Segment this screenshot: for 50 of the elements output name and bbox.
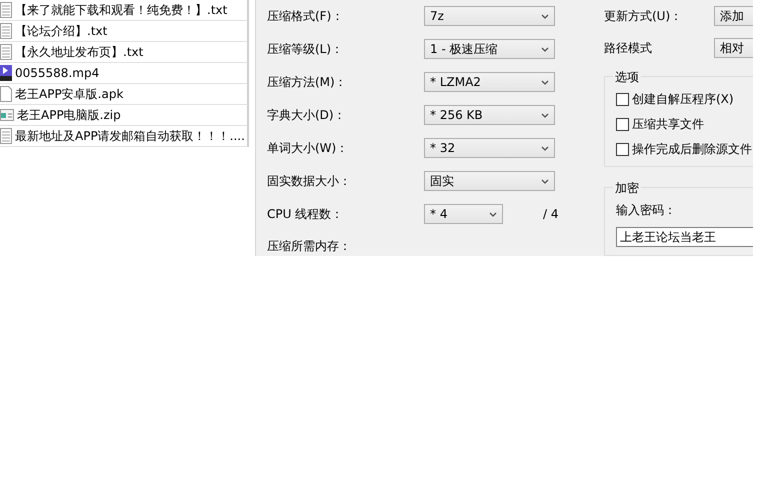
setting-dropdown[interactable]: 固实: [424, 171, 555, 191]
setting-label: 字典大小(D)：: [267, 106, 347, 124]
chevron-down-icon: [541, 112, 549, 118]
path-mode-dropdown[interactable]: 相对: [714, 38, 753, 58]
setting-label: 固实数据大小：: [267, 172, 352, 190]
setting-label: 路径模式: [604, 40, 653, 56]
file-name[interactable]: 【来了就能下载和观看！纯免费！】.txt: [15, 2, 228, 18]
password-label: 输入密码：: [616, 202, 677, 219]
update-mode-dropdown[interactable]: 添加: [714, 6, 753, 26]
text-file-icon: [0, 44, 12, 60]
file-name[interactable]: 最新地址及APP请发邮箱自动获取！！！....: [15, 128, 245, 144]
text-file-icon: [0, 2, 12, 18]
setting-label: 压缩格式(F)：: [267, 8, 344, 24]
setting-label: 压缩等级(L)：: [267, 40, 344, 58]
file-name[interactable]: 老王APP电脑版.zip: [17, 106, 121, 124]
text-file-icon: [0, 128, 12, 144]
file-name[interactable]: 老王APP安卓版.apk: [15, 86, 124, 102]
setting-label: 更新方式(U)：: [604, 8, 684, 24]
checkbox[interactable]: [616, 118, 629, 131]
setting-label: 单词大小(W)：: [267, 140, 350, 156]
checkbox[interactable]: [616, 143, 629, 156]
setting-label: 压缩所需内存：: [267, 238, 352, 255]
chevron-down-icon: [541, 46, 549, 52]
file-name[interactable]: 0055588.mp4: [15, 66, 100, 80]
archive-file-icon: [0, 109, 14, 121]
setting-dropdown[interactable]: * 256 KB: [424, 105, 555, 125]
checkbox-label: 操作完成后删除源文件: [632, 141, 752, 158]
setting-label: CPU 线程数：: [267, 206, 344, 222]
group-title: 选项: [613, 69, 641, 86]
thread-dropdown[interactable]: * 4: [424, 204, 503, 224]
blank-file-icon: [0, 86, 12, 102]
setting-dropdown[interactable]: * 32: [424, 138, 555, 158]
chevron-down-icon: [541, 146, 549, 150]
chevron-down-icon: [489, 212, 497, 216]
setting-dropdown[interactable]: 7z: [424, 6, 555, 26]
file-name[interactable]: 【论坛介绍】.txt: [15, 22, 108, 40]
file-name[interactable]: 【永久地址发布页】.txt: [15, 44, 144, 60]
checkbox-label: 创建自解压程序(X): [632, 91, 734, 108]
video-file-icon: [0, 65, 12, 81]
chevron-down-icon: [541, 80, 549, 84]
chevron-down-icon: [541, 14, 549, 18]
setting-dropdown[interactable]: 1 - 极速压缩: [424, 39, 555, 59]
checkbox-label: 压缩共享文件: [632, 116, 704, 133]
text-file-icon: [0, 23, 12, 39]
setting-dropdown[interactable]: * LZMA2: [424, 72, 555, 92]
password-field[interactable]: 上老王论坛当老王: [616, 227, 753, 247]
chevron-down-icon: [541, 178, 549, 184]
setting-label: 压缩方法(M)：: [267, 74, 348, 90]
checkbox[interactable]: [616, 93, 629, 106]
thread-total: / 4: [543, 207, 558, 221]
